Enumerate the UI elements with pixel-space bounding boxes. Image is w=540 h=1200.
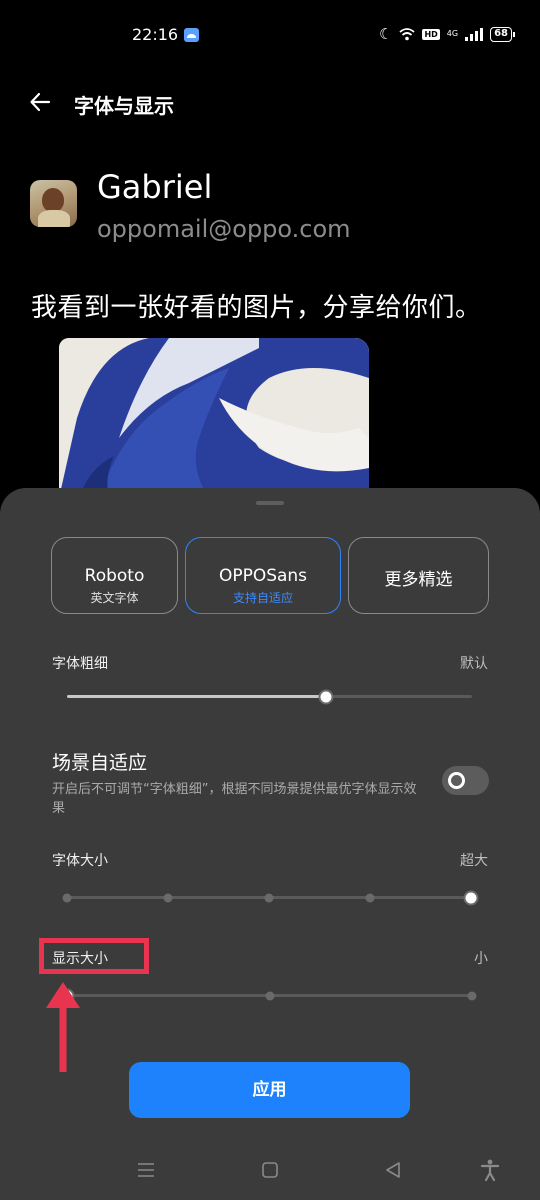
- font-card-subtitle: 英文字体: [90, 591, 139, 605]
- font-size-slider[interactable]: [62, 890, 479, 905]
- font-size-label: 字体大小: [52, 853, 108, 869]
- signal-strength-icon: [465, 27, 484, 41]
- sheet-drag-handle[interactable]: [256, 501, 284, 505]
- app-header: 字体与显示: [0, 82, 540, 126]
- font-size-slider-step-tick[interactable]: [163, 893, 173, 902]
- scene-adapt-toggle-knob: [448, 772, 465, 789]
- font-size-slider-step-tick[interactable]: [62, 893, 72, 902]
- display-size-slider-step-tick[interactable]: [265, 991, 274, 1000]
- font-weight-value: 默认: [460, 656, 488, 672]
- annotation-highlight-box: [39, 938, 149, 974]
- status-icons: ☾ HD 4G 68: [378, 25, 515, 43]
- font-settings-sheet: Roboto 英文字体 OPPOSans 支持自适应 更多精选 字体粗细 默认 …: [0, 488, 540, 1200]
- network-type-label: 4G: [446, 29, 459, 38]
- font-card-opposans[interactable]: OPPOSans 支持自适应: [185, 537, 341, 614]
- page-title: 字体与显示: [74, 94, 174, 118]
- hd-voice-badge: HD: [422, 28, 440, 40]
- navigation-bar: [0, 1138, 540, 1200]
- display-size-slider-step-tick[interactable]: [467, 991, 477, 1000]
- back-triangle-icon[interactable]: [384, 1158, 402, 1182]
- font-weight-label: 字体粗细: [52, 656, 108, 672]
- do-not-disturb-moon-icon: ☾: [378, 25, 393, 43]
- preview-image: [59, 338, 369, 498]
- wifi-icon: [399, 27, 416, 40]
- font-card-roboto[interactable]: Roboto 英文字体: [51, 537, 178, 614]
- scene-adapt-description: 开启后不可调节“字体粗细”，根据不同场景提供最优字体显示效果: [52, 782, 417, 816]
- preview-user-email: oppomail@oppo.com: [97, 215, 351, 243]
- font-card-subtitle: 支持自适应: [232, 591, 293, 605]
- apply-button[interactable]: 应用: [129, 1062, 410, 1118]
- home-square-icon[interactable]: [261, 1158, 279, 1182]
- font-size-value: 超大: [460, 853, 488, 869]
- status-bar: 22:16 ☾ HD 4G 68: [0, 0, 540, 70]
- font-weight-slider[interactable]: [67, 689, 472, 704]
- font-card-more[interactable]: 更多精选: [348, 537, 489, 614]
- display-size-value: 小: [474, 951, 488, 967]
- font-size-slider-thumb[interactable]: [463, 890, 479, 905]
- preview-message: 我看到一张好看的图片，分享给你们。: [31, 293, 482, 323]
- arrow-left-icon[interactable]: [28, 90, 52, 114]
- avatar: [30, 180, 77, 227]
- scene-adapt-title: 场景自适应: [52, 752, 148, 774]
- font-weight-slider-thumb[interactable]: [318, 689, 334, 704]
- font-card-name: Roboto: [84, 566, 145, 586]
- preview-user-name: Gabriel: [97, 168, 213, 206]
- android-notification-icon: [184, 28, 199, 42]
- status-time: 22:16: [132, 25, 179, 44]
- scene-adapt-toggle[interactable]: [442, 766, 489, 795]
- font-size-slider-step-tick[interactable]: [264, 893, 274, 902]
- annotation-arrow-icon: [46, 982, 80, 1072]
- battery-icon: 68: [490, 26, 515, 42]
- menu-icon[interactable]: [136, 1158, 156, 1182]
- font-weight-slider-fill: [67, 695, 327, 698]
- font-card-name: OPPOSans: [218, 566, 308, 586]
- font-card-name: 更多精选: [384, 570, 453, 590]
- accessibility-icon[interactable]: [480, 1158, 500, 1182]
- font-size-slider-step-tick[interactable]: [365, 893, 375, 902]
- display-size-slider[interactable]: [59, 988, 477, 1003]
